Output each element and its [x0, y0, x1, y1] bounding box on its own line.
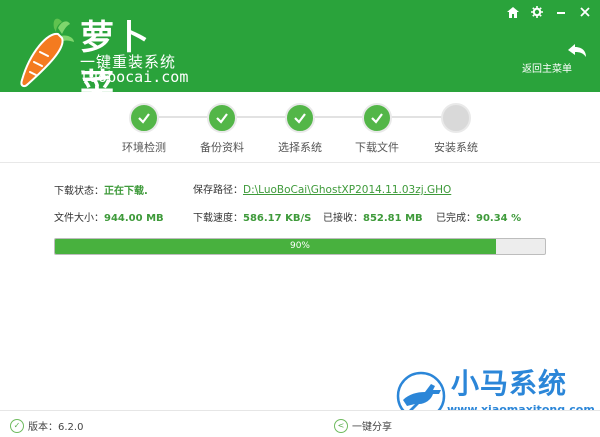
home-icon[interactable]	[504, 4, 522, 20]
check-icon	[138, 113, 150, 124]
download-status: 下载状态：正在下载.	[54, 182, 148, 197]
step-install-system: 安装系统	[416, 100, 496, 155]
completed-value: 90.34 %	[476, 213, 522, 224]
step-select-system: 选择系统	[260, 100, 340, 155]
share-label: 一键分享	[352, 422, 392, 433]
received-value: 852.81 MB	[363, 213, 423, 224]
step-indicator: 环境检测 备份资料 选择系统 下载文件 安装系统	[0, 100, 600, 154]
step-label: 选择系统	[278, 141, 322, 154]
back-to-menu-button[interactable]: 返回主菜单	[522, 44, 590, 75]
carrot-logo-icon	[20, 18, 74, 88]
progress-text: 90%	[289, 241, 310, 251]
step-label: 安装系统	[434, 141, 478, 154]
download-status-label: 下载状态：	[54, 186, 104, 197]
status-footer: ✓ 版本：6.2.0 < 一键分享	[0, 410, 600, 437]
close-icon[interactable]	[576, 4, 594, 20]
file-size: 文件大小：944.00 MB	[54, 209, 164, 224]
step-done-circle	[362, 103, 392, 133]
download-progress-bar: 90%	[54, 238, 546, 255]
file-size-value: 944.00 MB	[104, 213, 164, 224]
version-label: 版本：6.2.0	[28, 422, 84, 433]
download-status-value: 正在下载.	[104, 186, 148, 197]
section-divider	[0, 162, 600, 163]
download-speed: 下载速度：586.17 KB/S	[193, 209, 311, 224]
back-arrow-icon	[568, 44, 586, 57]
received-size: 已接收：852.81 MB	[323, 209, 423, 224]
received-label: 已接收：	[323, 213, 363, 224]
back-to-menu-label: 返回主菜单	[522, 64, 572, 75]
step-environment-check: 环境检测	[104, 100, 184, 155]
step-label: 备份资料	[200, 141, 244, 154]
version-icon: ✓	[10, 418, 24, 433]
completed-percent: 已完成：90.34 %	[436, 209, 521, 224]
save-path-link[interactable]: D:\LuoBoCai\GhostXP2014.11.03zj.GHO	[243, 184, 451, 196]
download-speed-label: 下载速度：	[193, 213, 243, 224]
step-done-circle	[129, 103, 159, 133]
check-icon	[294, 113, 306, 124]
check-icon	[371, 113, 383, 124]
step-label: 下载文件	[355, 141, 399, 154]
step-pending-circle	[441, 103, 471, 133]
file-size-label: 文件大小：	[54, 213, 104, 224]
step-label: 环境检测	[122, 141, 166, 154]
step-done-circle	[285, 103, 315, 133]
version-info: ✓ 版本：6.2.0	[10, 418, 83, 433]
save-path-label: 保存路径：	[193, 185, 243, 196]
minimize-icon[interactable]	[552, 4, 570, 20]
step-backup-data: 备份资料	[182, 100, 262, 155]
watermark-text: 小马系统	[451, 367, 568, 400]
step-download-file: 下载文件	[337, 100, 417, 155]
brand-logo: 萝卜菜 一键重装系统 luobocai.com	[18, 8, 188, 107]
completed-label: 已完成：	[436, 213, 476, 224]
gear-icon[interactable]	[528, 4, 546, 20]
share-button[interactable]: < 一键分享	[334, 418, 392, 433]
share-icon: <	[334, 418, 348, 433]
app-header: 萝卜菜 一键重装系统 luobocai.com 返回主菜单	[0, 0, 600, 107]
step-done-circle	[207, 103, 237, 133]
save-path: 保存路径：D:\LuoBoCai\GhostXP2014.11.03zj.GHO	[193, 181, 451, 196]
download-speed-value: 586.17 KB/S	[243, 213, 312, 224]
brand-url: luobocai.com	[80, 68, 189, 86]
window-controls	[504, 4, 594, 20]
check-icon	[216, 113, 228, 124]
